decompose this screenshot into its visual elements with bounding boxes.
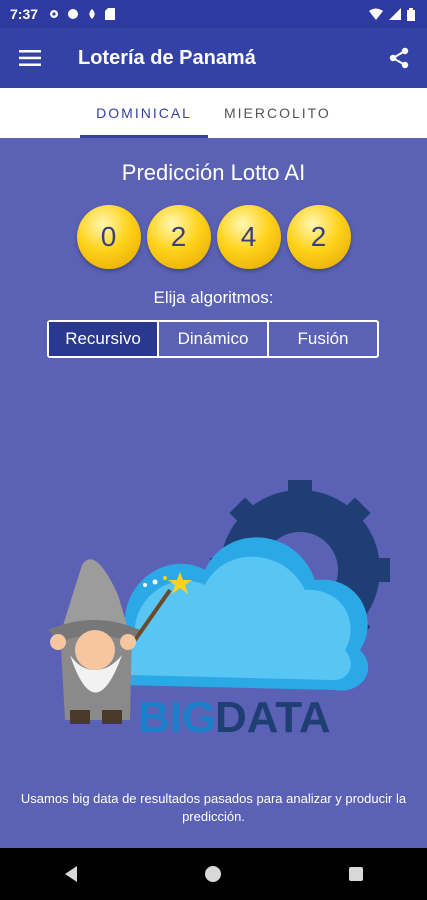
system-navigation-bar: [0, 848, 427, 900]
recents-icon: [348, 867, 363, 881]
signal-icon: [389, 8, 401, 20]
back-button[interactable]: [41, 848, 101, 900]
hamburger-menu-icon: [19, 50, 41, 66]
sd-card-icon: [105, 8, 116, 20]
tab-miercolito[interactable]: MIERCOLITO: [208, 88, 347, 138]
lotto-ball: 2: [146, 205, 211, 269]
app-bar: Lotería de Panamá: [0, 28, 427, 88]
algorithm-selector: Recursivo Dinámico Fusión: [47, 320, 379, 358]
notification-icons: [48, 8, 116, 20]
algorithm-option-fusion[interactable]: Fusión: [269, 322, 377, 356]
algorithm-option-dinamico[interactable]: Dinámico: [159, 322, 269, 356]
status-bar: 7:37: [0, 0, 427, 28]
lotto-ball: 2: [286, 205, 351, 269]
app-notification-icon: [68, 9, 79, 19]
battery-icon: [407, 7, 415, 21]
share-button[interactable]: [371, 28, 427, 88]
footer-description: Usamos big data de resultados pasados pa…: [20, 791, 407, 824]
app-title: Lotería de Panamá: [78, 46, 256, 69]
lotto-ball: 4: [216, 205, 281, 269]
lotto-ball: 0: [76, 205, 141, 269]
big-text: BIG: [138, 693, 216, 742]
status-time: 7:37: [10, 6, 39, 22]
prediction-title: Predicción Lotto AI: [121, 160, 306, 185]
data-text: DATA: [215, 693, 331, 742]
prediction-numbers: 0 2 4 2: [0, 205, 427, 269]
share-icon: [389, 47, 409, 69]
wifi-icon: [369, 8, 383, 20]
recents-button[interactable]: [326, 848, 386, 900]
flame-icon: [89, 9, 95, 19]
home-icon: [205, 866, 222, 882]
menu-button[interactable]: [0, 28, 60, 88]
gear-icon: [50, 10, 59, 18]
tab-dominical[interactable]: DOMINICAL: [80, 88, 208, 138]
tab-bar: DOMINICAL MIERCOLITO: [0, 88, 427, 138]
back-icon: [65, 866, 78, 882]
system-status-icons: [369, 7, 415, 21]
home-button[interactable]: [183, 848, 243, 900]
big-data-illustration: BIG DATA: [48, 480, 390, 742]
algorithm-label: Elija algoritmos:: [153, 288, 274, 307]
algorithm-option-recursivo[interactable]: Recursivo: [49, 322, 159, 356]
